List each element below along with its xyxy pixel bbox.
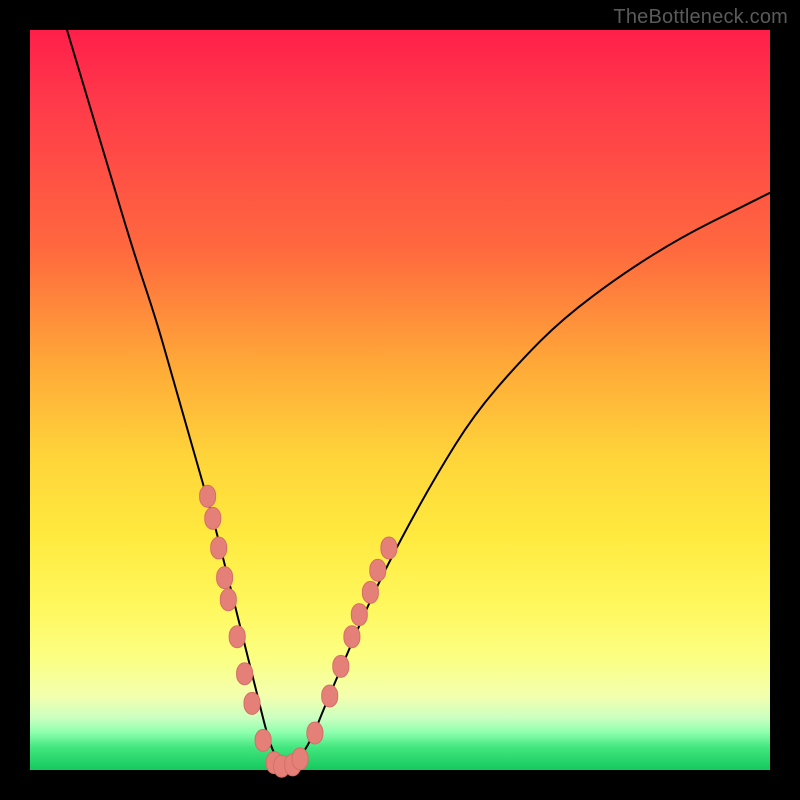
marker-dot [229,626,245,648]
marker-dot [322,685,338,707]
bottleneck-curve [67,30,770,765]
marker-dot [255,729,271,751]
marker-dot [217,567,233,589]
marker-dot [351,604,367,626]
watermark-text: TheBottleneck.com [613,6,788,29]
marker-dot [292,748,308,770]
markers-group [200,485,397,777]
marker-dot [220,589,236,611]
marker-dot [344,626,360,648]
plot-area [30,30,770,770]
marker-dot [370,559,386,581]
marker-dot [381,537,397,559]
outer-frame: TheBottleneck.com [0,0,800,800]
curve-svg [30,30,770,770]
marker-dot [237,663,253,685]
marker-dot [362,581,378,603]
marker-dot [200,485,216,507]
marker-dot [333,655,349,677]
marker-dot [211,537,227,559]
marker-dot [244,692,260,714]
marker-dot [307,722,323,744]
marker-dot [205,507,221,529]
